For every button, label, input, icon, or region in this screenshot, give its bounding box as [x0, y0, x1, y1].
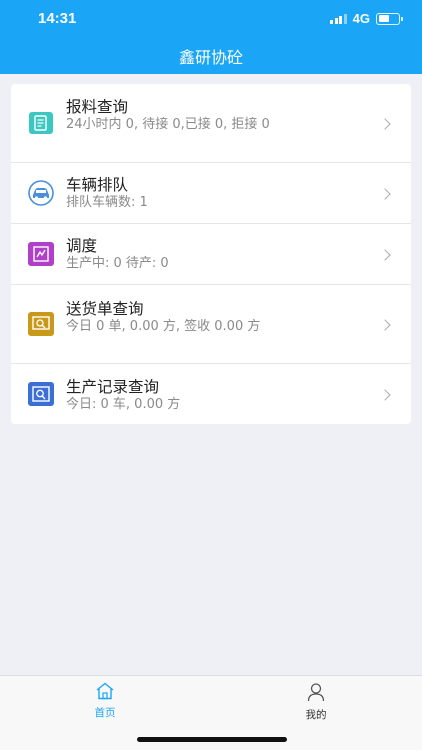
dispatch-icon — [27, 241, 55, 267]
menu-item-subtitle: 今日: 0 车, 0.00 方 — [66, 397, 181, 412]
menu-item-title: 报料查询 — [66, 98, 129, 116]
record-search-icon — [27, 381, 55, 407]
menu-item-dispatch[interactable]: 调度 生产中: 0 待产: 0 — [11, 224, 411, 285]
chevron-right-icon — [379, 188, 391, 200]
chevron-right-icon — [379, 319, 391, 331]
tab-home-label: 首页 — [94, 707, 116, 719]
tab-home[interactable]: 首页 — [75, 682, 135, 720]
menu-item-subtitle: 生产中: 0 待产: 0 — [66, 256, 169, 271]
home-icon — [95, 682, 115, 703]
user-icon — [306, 683, 326, 705]
status-bar: 14:31 4G — [0, 0, 422, 38]
signal-icon — [330, 13, 347, 24]
app-header: 14:31 4G 鑫研协砼 — [0, 0, 422, 74]
menu-item-subtitle: 排队车辆数: 1 — [66, 195, 148, 210]
chevron-right-icon — [379, 389, 391, 401]
tab-mine-label: 我的 — [305, 709, 327, 721]
menu-item-production-record[interactable]: 生产记录查询 今日: 0 车, 0.00 方 — [11, 364, 411, 424]
delivery-search-icon — [27, 311, 55, 337]
status-time: 14:31 — [38, 10, 77, 27]
status-indicators: 4G — [330, 11, 403, 26]
network-type: 4G — [352, 11, 370, 26]
menu-item-title: 车辆排队 — [66, 176, 129, 194]
menu-item-title: 生产记录查询 — [66, 378, 160, 396]
menu-item-vehicle-queue[interactable]: 车辆排队 排队车辆数: 1 — [11, 163, 411, 224]
menu-item-material-query[interactable]: 报料查询 24小时内 0, 待接 0,已接 0, 拒接 0 — [11, 84, 411, 163]
menu-card: 报料查询 24小时内 0, 待接 0,已接 0, 拒接 0 车辆排队 排队车辆数… — [11, 84, 411, 424]
chevron-right-icon — [379, 249, 391, 261]
home-indicator — [137, 737, 287, 742]
menu-item-title: 送货单查询 — [66, 300, 144, 318]
car-icon — [27, 180, 55, 206]
page-title: 鑫研协砼 — [178, 48, 243, 67]
menu-item-subtitle: 24小时内 0, 待接 0,已接 0, 拒接 0 — [66, 117, 270, 132]
battery-icon — [376, 12, 403, 25]
menu-item-title: 调度 — [66, 237, 98, 255]
chevron-right-icon — [379, 118, 391, 130]
menu-item-subtitle: 今日 0 单, 0.00 方, 签收 0.00 方 — [66, 319, 261, 334]
menu-item-delivery-query[interactable]: 送货单查询 今日 0 单, 0.00 方, 签收 0.00 方 — [11, 285, 411, 364]
tab-mine[interactable]: 我的 — [286, 682, 346, 722]
document-icon — [27, 110, 55, 136]
